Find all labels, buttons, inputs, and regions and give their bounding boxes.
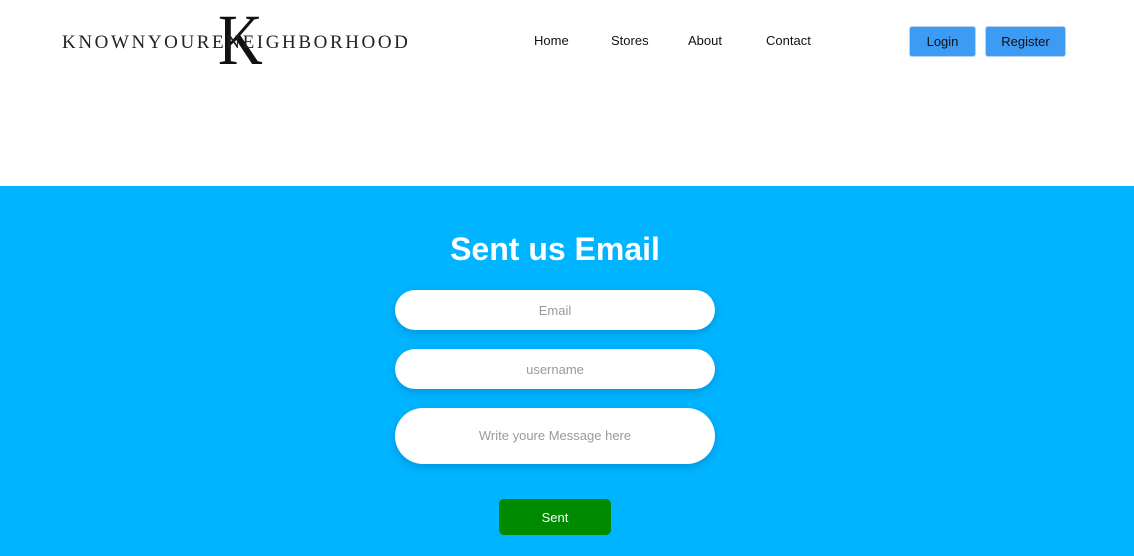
username-field[interactable] xyxy=(395,349,715,389)
nav-link-about[interactable]: About xyxy=(688,33,722,48)
nav-link-stores[interactable]: Stores xyxy=(611,33,649,48)
login-button[interactable]: Login xyxy=(909,26,976,57)
brand-logo[interactable]: K KnownYoureNeighborhood xyxy=(62,4,424,76)
message-field[interactable] xyxy=(395,408,715,464)
send-button[interactable]: Sent xyxy=(499,499,611,535)
contact-title: Sent us Email xyxy=(450,231,660,267)
nav-link-contact[interactable]: Contact xyxy=(766,33,811,48)
register-button[interactable]: Register xyxy=(985,26,1066,57)
site-header: K KnownYoureNeighborhood Home Stores Abo… xyxy=(0,0,1134,186)
logo-wordmark: KnownYoureNeighborhood xyxy=(62,32,411,53)
nav-link-home[interactable]: Home xyxy=(534,33,569,48)
contact-section: Sent us Email Sent xyxy=(0,186,1134,556)
email-field[interactable] xyxy=(395,290,715,330)
